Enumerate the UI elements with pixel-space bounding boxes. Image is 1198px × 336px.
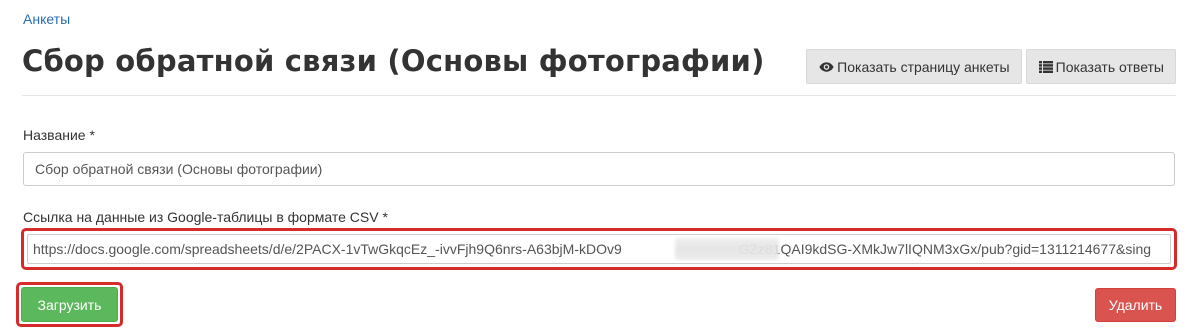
load-button[interactable]: Загрузить: [21, 287, 118, 322]
csv-url-field-label: Ссылка на данные из Google-таблицы в фор…: [23, 209, 388, 225]
eye-icon: [819, 61, 834, 73]
show-answers-button[interactable]: Показать ответы: [1025, 49, 1176, 84]
show-page-button[interactable]: Показать страницу анкеты: [806, 49, 1022, 84]
breadcrumb-link-ankety[interactable]: Анкеты: [23, 11, 70, 27]
show-answers-label: Показать ответы: [1055, 58, 1164, 75]
list-icon: [1038, 60, 1053, 73]
redacted-region: [675, 238, 779, 260]
show-page-label: Показать страницу анкеты: [837, 58, 1010, 75]
load-button-highlight: Загрузить: [16, 282, 123, 327]
page-title: Сбор обратной связи (Основы фотографии): [22, 44, 765, 78]
delete-button[interactable]: Удалить: [1095, 288, 1176, 322]
header-divider: [22, 95, 1176, 96]
header-actions: Показать страницу анкеты Показать ответы: [806, 49, 1176, 84]
name-field-label: Название *: [23, 127, 95, 143]
name-input[interactable]: [23, 152, 1175, 186]
csv-url-input[interactable]: [27, 234, 1171, 264]
csv-url-highlight: [21, 228, 1177, 270]
